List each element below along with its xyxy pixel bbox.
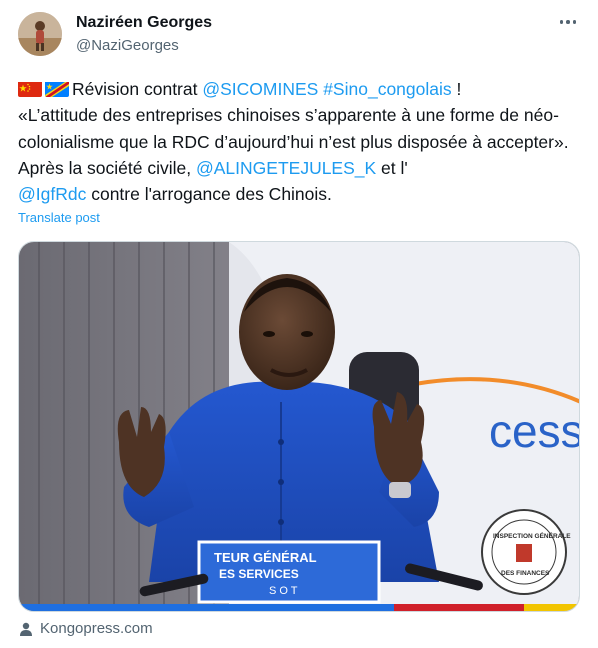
nameplate-line1: TEUR GÉNÉRAL xyxy=(214,550,317,565)
seal-line2: DES FINANCES xyxy=(501,570,550,577)
source-label: Kongopress.com xyxy=(40,620,153,637)
mention-alingetejules[interactable]: @ALINGETEJULES_K xyxy=(196,158,376,178)
translate-post-link[interactable]: Translate post xyxy=(18,210,100,225)
post-between: et l' xyxy=(376,157,408,178)
author-display-name[interactable]: Naziréen Georges xyxy=(76,14,212,32)
post-tail: contre l'arrogance des Chinois. xyxy=(86,184,332,205)
drc-flag-icon xyxy=(45,80,69,97)
post-line1-post: ! xyxy=(451,79,462,99)
nameplate-line3: S O T xyxy=(269,585,298,597)
backdrop-text: cess xyxy=(489,405,580,457)
more-options-icon[interactable] xyxy=(556,12,580,32)
tweet: Naziréen Georges @NaziGeorges Révision c… xyxy=(0,0,598,648)
hashtag-sino-congolais[interactable]: #Sino_congolais xyxy=(323,79,451,99)
author-handle[interactable]: @NaziGeorges xyxy=(76,37,179,54)
avatar[interactable] xyxy=(18,12,62,56)
user-icon xyxy=(20,622,32,636)
china-flag-icon xyxy=(18,80,42,97)
seal-line1: INSPECTION GÉNÉRALE xyxy=(493,531,571,540)
post-line1-pre: Révision contrat xyxy=(72,79,203,99)
mention-sicomines[interactable]: @SICOMINES xyxy=(202,79,318,99)
nameplate-line2: ES SERVICES xyxy=(219,567,299,581)
source-link[interactable]: Kongopress.com xyxy=(18,620,153,637)
post-text: Révision contrat @SICOMINES #Sino_congol… xyxy=(18,76,584,207)
post-photo[interactable]: cess TEUR GÉNÉRAL ES SERVICES S O T INSP… xyxy=(18,241,580,612)
mention-igfrdc[interactable]: @IgfRdc xyxy=(18,184,86,204)
